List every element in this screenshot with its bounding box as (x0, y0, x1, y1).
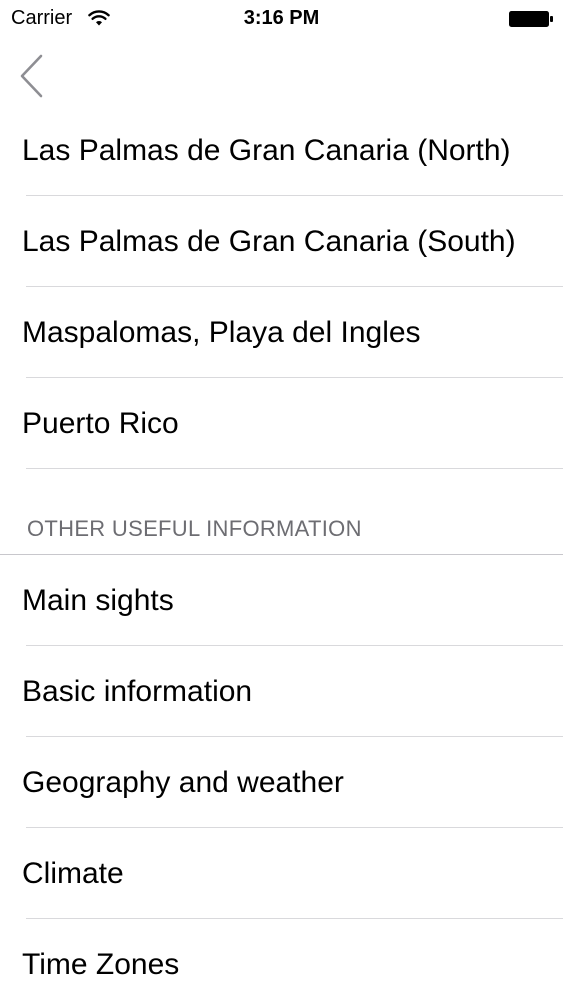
list-item-label: Geography and weather (22, 765, 344, 799)
list-item-label: Las Palmas de Gran Canaria (North) (22, 133, 511, 167)
list-item[interactable]: Geography and weather (0, 737, 563, 828)
list-item[interactable]: Puerto Rico (0, 378, 563, 469)
list-item[interactable]: Climate (0, 828, 563, 919)
status-bar: Carrier 3:16 PM (0, 0, 563, 40)
section-header-background (0, 470, 563, 555)
list-item[interactable]: Basic information (0, 646, 563, 737)
list-item[interactable]: Las Palmas de Gran Canaria (South) (0, 196, 563, 287)
list-item-label: Puerto Rico (22, 406, 179, 440)
list-item-label: Basic information (22, 674, 253, 708)
list-item-label: Time Zones (22, 947, 180, 981)
row-separator (26, 468, 563, 469)
list-item[interactable]: Las Palmas de Gran Canaria (North) (0, 105, 563, 196)
list-item[interactable]: Main sights (0, 555, 563, 646)
list-item[interactable]: Time Zones (0, 919, 563, 1000)
back-button[interactable] (14, 52, 54, 102)
list-item-label: Las Palmas de Gran Canaria (South) (22, 224, 516, 258)
list-item-label: Main sights (22, 583, 174, 617)
list-item[interactable]: Maspalomas, Playa del Ingles (0, 287, 563, 378)
list-item-label: Maspalomas, Playa del Ingles (22, 315, 421, 349)
list-item-label: Climate (22, 856, 124, 890)
status-time: 3:16 PM (243, 7, 320, 29)
chevron-left-icon (20, 54, 43, 98)
section-header: OTHER USEFUL INFORMATION (27, 516, 362, 541)
battery-icon (509, 11, 553, 27)
